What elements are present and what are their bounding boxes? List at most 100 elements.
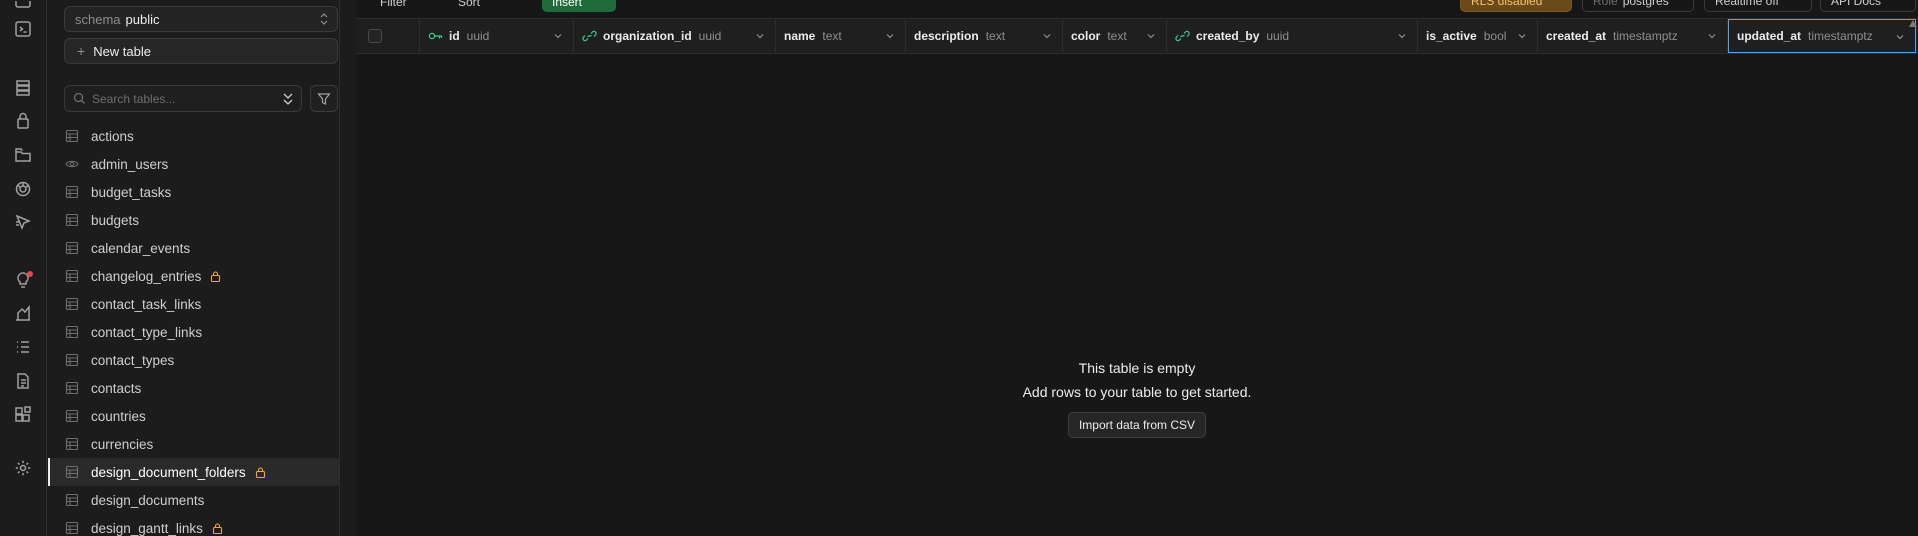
- sort-label: Sort: [458, 0, 481, 9]
- grid-header: id uuid organization_id uuid name text descrip…: [356, 18, 1918, 54]
- import-csv-button[interactable]: Import data from CSV: [1067, 412, 1207, 438]
- key-icon: [428, 32, 443, 40]
- grid-scrollbar[interactable]: [1908, 18, 1918, 536]
- column-type: text: [985, 29, 1006, 43]
- table-name: design_document_folders: [91, 464, 246, 480]
- table-list-item[interactable]: contact_task_links: [48, 290, 339, 318]
- edge-functions-icon[interactable]: [13, 212, 33, 232]
- toolbar: Filter Sort Insert RLS disabled Role post…: [356, 0, 1918, 14]
- column-header[interactable]: is_active bool: [1418, 19, 1538, 53]
- table-icon: [65, 269, 79, 283]
- table-list-item[interactable]: currencies: [48, 430, 339, 458]
- column-header[interactable]: created_by uuid: [1167, 19, 1418, 53]
- filter-tables-button[interactable]: [310, 85, 338, 112]
- table-list: actions admin_users budget_tasksbudgets cal…: [48, 122, 339, 536]
- column-header[interactable]: created_at timestamptz: [1538, 19, 1728, 53]
- table-list-item[interactable]: contacts: [48, 374, 339, 402]
- table-name: budget_tasks: [91, 184, 172, 200]
- column-type: uuid: [466, 29, 490, 43]
- table-list-item[interactable]: design_documents: [48, 486, 339, 514]
- schema-label: schema: [75, 11, 121, 27]
- column-name: is_active: [1426, 29, 1477, 43]
- realtime-icon[interactable]: [13, 179, 33, 199]
- search-icon: [73, 92, 85, 104]
- column-header[interactable]: updated_at timestamptz: [1728, 19, 1916, 53]
- grid-scroll-up-arrow[interactable]: [1909, 20, 1917, 27]
- table-icon: [65, 465, 79, 479]
- chevron-down-icon[interactable]: [553, 31, 563, 41]
- table-name: calendar_events: [91, 240, 191, 256]
- reports-icon[interactable]: [13, 303, 33, 323]
- table-icon: [65, 521, 79, 535]
- new-table-button[interactable]: + New table: [64, 38, 338, 64]
- collapse-chevrons-icon[interactable]: [281, 91, 295, 107]
- sort-button[interactable]: Sort: [448, 0, 490, 12]
- table-list-item[interactable]: countries: [48, 402, 339, 430]
- insert-button[interactable]: Insert: [542, 0, 616, 12]
- lock-icon: [255, 466, 265, 478]
- schema-selector[interactable]: schema public: [64, 6, 338, 32]
- table-name: design_gantt_links: [91, 520, 203, 536]
- chevron-down-icon[interactable]: [755, 31, 765, 41]
- database-icon[interactable]: [13, 78, 33, 98]
- search-tables-input[interactable]: [92, 91, 262, 106]
- realtime-button[interactable]: Realtime off: [1704, 0, 1812, 12]
- lock-icon: [212, 522, 222, 534]
- column-header[interactable]: color text: [1063, 19, 1167, 53]
- table-list-item[interactable]: contact_types: [48, 346, 339, 374]
- settings-icon[interactable]: [13, 458, 33, 478]
- column-name: id: [449, 29, 460, 43]
- role-selector[interactable]: Role postgres: [1582, 0, 1694, 12]
- api-docs-button[interactable]: API Docs: [1820, 0, 1916, 12]
- storage-icon[interactable]: [13, 145, 33, 165]
- column-type: text: [1107, 29, 1127, 43]
- advisors-icon[interactable]: [13, 270, 33, 290]
- table-list-item[interactable]: changelog_entries: [48, 262, 339, 290]
- select-all-checkbox[interactable]: [368, 29, 382, 43]
- logs-icon[interactable]: [13, 337, 33, 357]
- chevron-down-icon[interactable]: [1146, 31, 1156, 41]
- table-name: budgets: [91, 212, 140, 228]
- filter-button[interactable]: Filter: [370, 0, 417, 12]
- empty-state: This table is empty Add rows to your tab…: [356, 360, 1918, 438]
- table-list-item[interactable]: design_document_folders: [48, 458, 339, 486]
- table-name: countries: [91, 408, 146, 424]
- empty-title: This table is empty: [1078, 360, 1196, 376]
- table-list-item[interactable]: admin_users: [48, 150, 339, 178]
- column-header[interactable]: id uuid: [420, 19, 574, 53]
- column-header[interactable]: name text: [776, 19, 906, 53]
- chevron-down-icon[interactable]: [885, 31, 895, 41]
- column-name: updated_at: [1737, 29, 1802, 43]
- api-docs-label: API Docs: [1831, 0, 1882, 8]
- column-name: name: [784, 29, 816, 43]
- table-icon: [65, 437, 79, 451]
- chevron-down-icon[interactable]: [1707, 31, 1717, 41]
- rls-disabled-button[interactable]: RLS disabled: [1460, 0, 1572, 12]
- auth-icon[interactable]: [13, 111, 33, 131]
- table-name: admin_users: [91, 156, 169, 172]
- api-docs-icon[interactable]: [13, 371, 33, 391]
- chevron-down-icon[interactable]: [1042, 31, 1052, 41]
- table-name: contacts: [91, 380, 142, 396]
- table-list-item[interactable]: contact_type_links: [48, 318, 339, 346]
- table-list-item[interactable]: actions: [48, 122, 339, 150]
- chevron-down-icon[interactable]: [1895, 32, 1905, 42]
- schema-value: public: [125, 11, 160, 27]
- column-header[interactable]: organization_id uuid: [574, 19, 776, 53]
- role-label: Role: [1593, 0, 1618, 8]
- chevron-down-icon[interactable]: [1517, 31, 1527, 41]
- table-editor-icon[interactable]: [13, 0, 33, 20]
- table-icon: [65, 129, 79, 143]
- integrations-icon[interactable]: [13, 405, 33, 425]
- table-list-item[interactable]: calendar_events: [48, 234, 339, 262]
- column-type: timestamptz: [1808, 29, 1873, 43]
- table-list-item[interactable]: budget_tasks: [48, 178, 339, 206]
- table-name: design_documents: [91, 492, 205, 508]
- sql-editor-icon[interactable]: [13, 19, 33, 39]
- table-icon: [65, 185, 79, 199]
- chevron-down-icon[interactable]: [1397, 31, 1407, 41]
- grid-area: Filter Sort Insert RLS disabled Role post…: [356, 0, 1918, 536]
- column-header[interactable]: description text: [906, 19, 1063, 53]
- table-list-item[interactable]: design_gantt_links: [48, 514, 339, 536]
- table-list-item[interactable]: budgets: [48, 206, 339, 234]
